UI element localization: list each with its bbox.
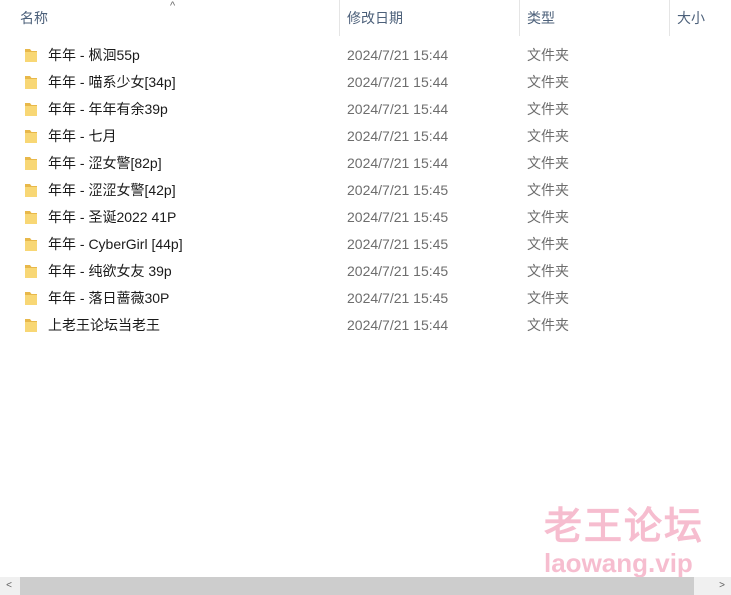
folder-icon xyxy=(25,238,37,251)
file-type: 文件夹 xyxy=(527,74,569,90)
file-modified-date: 2024/7/21 15:44 xyxy=(347,128,449,144)
file-name[interactable]: 年年 - 涩涩女警[42p] xyxy=(48,177,176,204)
file-modified-date: 2024/7/21 15:44 xyxy=(347,101,449,117)
file-modified-date: 2024/7/21 15:44 xyxy=(347,74,449,90)
file-modified-date: 2024/7/21 15:44 xyxy=(347,317,449,333)
file-modified-date: 2024/7/21 15:44 xyxy=(347,47,449,63)
file-list-row[interactable]: 年年 - 涩涩女警[42p] 2024/7/21 15:45 文件夹 xyxy=(0,177,731,204)
file-type: 文件夹 xyxy=(527,128,569,144)
folder-icon xyxy=(25,130,37,143)
file-type: 文件夹 xyxy=(527,209,569,225)
file-list-row[interactable]: 年年 - 涩女警[82p] 2024/7/21 15:44 文件夹 xyxy=(0,150,731,177)
file-list-row[interactable]: 年年 - 落日蔷薇30P 2024/7/21 15:45 文件夹 xyxy=(0,285,731,312)
file-list-row[interactable]: 年年 - 枫洄55p 2024/7/21 15:44 文件夹 xyxy=(0,42,731,69)
column-header-date[interactable]: 修改日期 xyxy=(339,0,519,36)
folder-icon xyxy=(25,157,37,170)
file-list-row[interactable]: 年年 - 七月 2024/7/21 15:44 文件夹 xyxy=(0,123,731,150)
file-type: 文件夹 xyxy=(527,47,569,63)
file-name[interactable]: 年年 - 七月 xyxy=(48,123,116,150)
file-modified-date: 2024/7/21 15:45 xyxy=(347,209,449,225)
folder-icon xyxy=(25,292,37,305)
column-header-name[interactable]: 名称 xyxy=(12,0,339,36)
folder-icon xyxy=(25,76,37,89)
file-type: 文件夹 xyxy=(527,182,569,198)
folder-icon xyxy=(25,103,37,116)
folder-icon xyxy=(25,265,37,278)
file-modified-date: 2024/7/21 15:45 xyxy=(347,236,449,252)
file-name[interactable]: 年年 - 枫洄55p xyxy=(48,42,140,69)
folder-icon xyxy=(25,184,37,197)
file-type: 文件夹 xyxy=(527,317,569,333)
folder-icon xyxy=(25,49,37,62)
file-name[interactable]: 年年 - 圣诞2022 41P xyxy=(48,204,176,231)
file-list-row[interactable]: 年年 - 年年有余39p 2024/7/21 15:44 文件夹 xyxy=(0,96,731,123)
watermark-text-en: laowang.vip xyxy=(544,548,693,578)
file-modified-date: 2024/7/21 15:45 xyxy=(347,182,449,198)
watermark-text-cn: 老王论坛 xyxy=(544,506,705,548)
column-header-size[interactable]: 大小 xyxy=(669,0,731,36)
scroll-left-arrow-icon[interactable]: < xyxy=(0,577,18,595)
file-list-row[interactable]: 年年 - 喵系少女[34p] 2024/7/21 15:44 文件夹 xyxy=(0,69,731,96)
file-list-row[interactable]: 年年 - CyberGirl [44p] 2024/7/21 15:45 文件夹 xyxy=(0,231,731,258)
file-list-row[interactable]: 上老王论坛当老王 2024/7/21 15:44 文件夹 xyxy=(0,312,731,339)
file-name[interactable]: 年年 - 涩女警[82p] xyxy=(48,150,162,177)
file-list-row[interactable]: 年年 - 圣诞2022 41P 2024/7/21 15:45 文件夹 xyxy=(0,204,731,231)
file-name[interactable]: 年年 - 落日蔷薇30P xyxy=(48,285,169,312)
column-header-bar: ^ 名称 修改日期 类型 大小 xyxy=(0,0,731,37)
file-name[interactable]: 上老王论坛当老王 xyxy=(48,312,160,339)
file-type: 文件夹 xyxy=(527,236,569,252)
column-header-type[interactable]: 类型 xyxy=(519,0,669,36)
file-list-row[interactable]: 年年 - 纯欲女友 39p 2024/7/21 15:45 文件夹 xyxy=(0,258,731,285)
file-modified-date: 2024/7/21 15:45 xyxy=(347,290,449,306)
file-modified-date: 2024/7/21 15:44 xyxy=(347,155,449,171)
file-type: 文件夹 xyxy=(527,101,569,117)
scrollbar-thumb[interactable] xyxy=(20,577,694,595)
horizontal-scrollbar[interactable]: < > xyxy=(0,577,731,595)
file-type: 文件夹 xyxy=(527,290,569,306)
folder-icon xyxy=(25,319,37,332)
file-name[interactable]: 年年 - 年年有余39p xyxy=(48,96,168,123)
watermark-logo: 老王论坛 laowang.vip xyxy=(544,505,724,577)
file-type: 文件夹 xyxy=(527,155,569,171)
folder-icon xyxy=(25,211,37,224)
file-name[interactable]: 年年 - CyberGirl [44p] xyxy=(48,231,183,258)
scroll-right-arrow-icon[interactable]: > xyxy=(713,577,731,595)
file-modified-date: 2024/7/21 15:45 xyxy=(347,263,449,279)
file-type: 文件夹 xyxy=(527,263,569,279)
file-name[interactable]: 年年 - 纯欲女友 39p xyxy=(48,258,172,285)
file-name[interactable]: 年年 - 喵系少女[34p] xyxy=(48,69,176,96)
